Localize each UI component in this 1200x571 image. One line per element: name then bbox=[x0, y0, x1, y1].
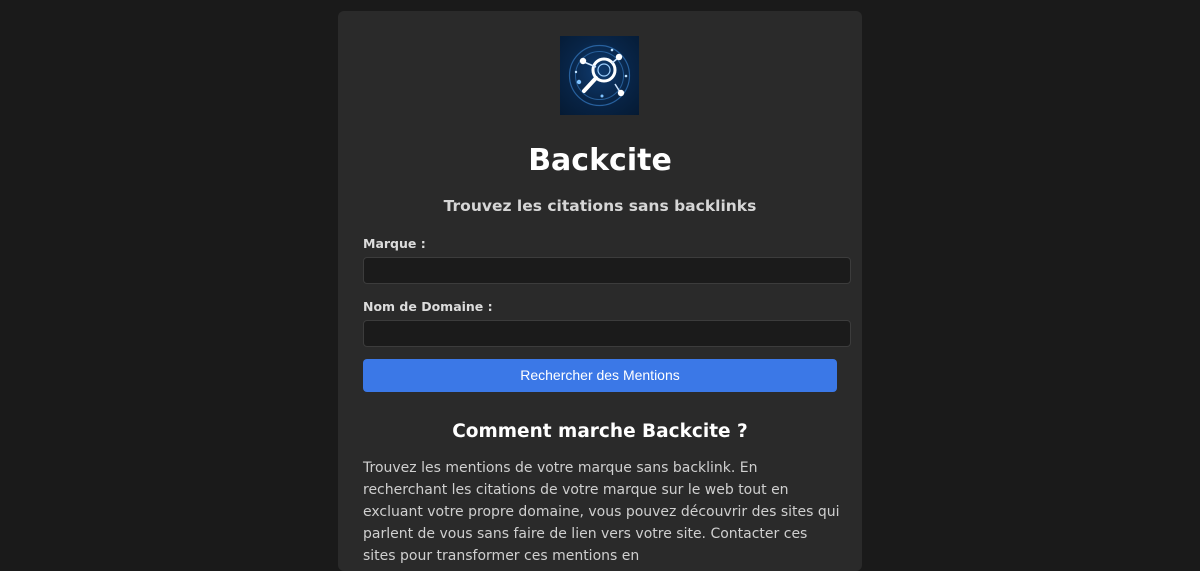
brand-input[interactable] bbox=[363, 257, 851, 284]
main-card: Backcite Trouvez les citations sans back… bbox=[338, 11, 862, 571]
search-mentions-button[interactable]: Rechercher des Mentions bbox=[363, 359, 837, 392]
app-logo bbox=[560, 36, 639, 115]
domain-label: Nom de Domaine : bbox=[363, 299, 493, 314]
info-heading: Comment marche Backcite ? bbox=[452, 421, 748, 442]
page-title: Backcite bbox=[528, 143, 672, 178]
info-paragraph: Trouvez les mentions de votre marque san… bbox=[363, 460, 840, 564]
magnifier-network-icon bbox=[568, 44, 631, 107]
brand-label: Marque : bbox=[363, 236, 426, 251]
domain-input[interactable] bbox=[363, 320, 851, 347]
page-subtitle: Trouvez les citations sans backlinks bbox=[443, 197, 757, 215]
